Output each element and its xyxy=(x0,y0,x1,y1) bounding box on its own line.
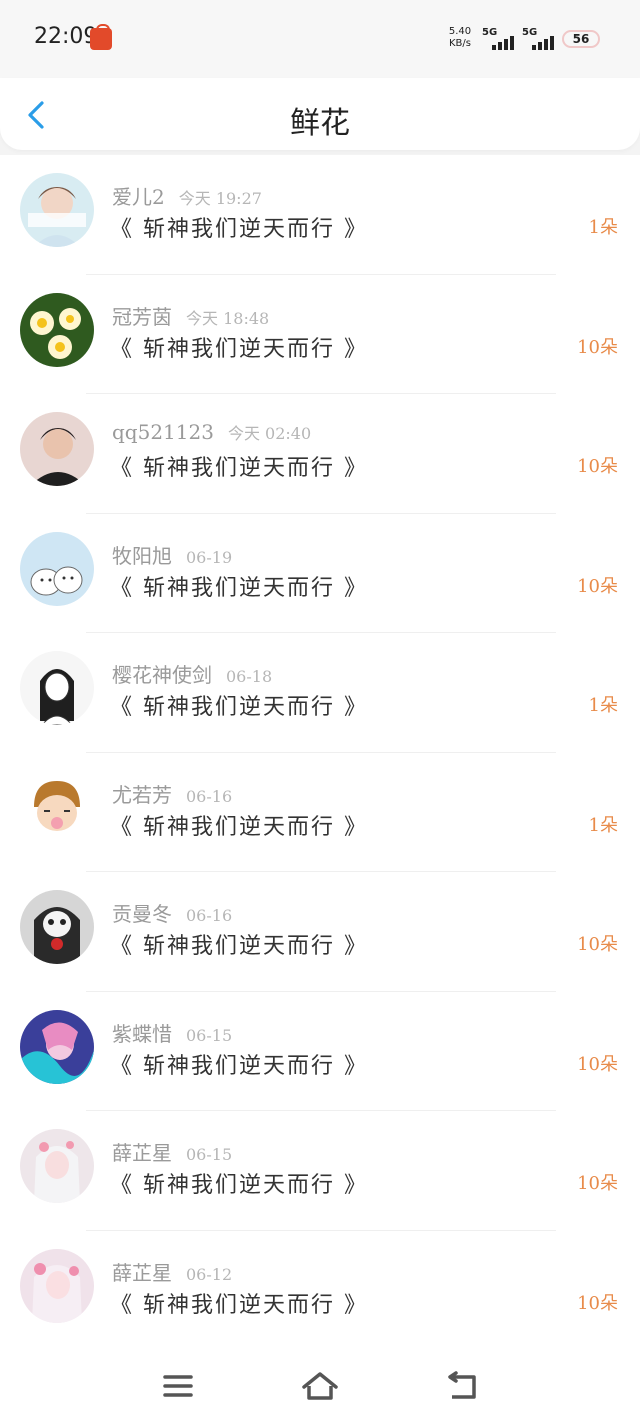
user-name: 薛芷星 xyxy=(112,1260,172,1285)
list-item[interactable]: 贡曼冬 06-16 《 斩神我们逆天而行 》 10朵 xyxy=(0,872,640,992)
avatar[interactable] xyxy=(20,173,94,247)
user-name: qq521123 xyxy=(112,420,214,444)
flower-count: 10朵 xyxy=(577,456,618,477)
list-item[interactable]: 尤若芳 06-16 《 斩神我们逆天而行 》 1朵 xyxy=(0,753,640,872)
signal-2-label: 5G xyxy=(522,27,538,38)
network-speed-value: 5.40 xyxy=(448,26,472,37)
avatar[interactable] xyxy=(20,651,94,725)
name-line: 爱儿2 今天 19:27 xyxy=(112,181,262,210)
list-item[interactable]: 薛芷星 06-15 《 斩神我们逆天而行 》 10朵 xyxy=(0,1111,640,1231)
work-title: 《 斩神我们逆天而行 》 xyxy=(110,814,368,840)
name-line: 冠芳茵 今天 18:48 xyxy=(112,301,269,330)
avatar[interactable] xyxy=(20,1009,94,1084)
timestamp: 06-15 xyxy=(186,1145,233,1164)
work-title: 《 斩神我们逆天而行 》 xyxy=(110,336,368,362)
avatar[interactable] xyxy=(20,770,94,845)
timestamp: 今天 19:27 xyxy=(178,189,262,208)
name-line: 牧阳旭 06-19 xyxy=(112,540,232,569)
avatar[interactable] xyxy=(20,1129,94,1203)
work-title: 《 斩神我们逆天而行 》 xyxy=(110,217,368,242)
flower-record-list: 爱儿2 今天 19:27 《 斩神我们逆天而行 》 1朵 冠芳茵 今天 18:48 … xyxy=(0,155,640,1347)
list-item[interactable]: 爱儿2 今天 19:27 《 斩神我们逆天而行 》 1朵 xyxy=(0,155,640,275)
user-name: 牧阳旭 xyxy=(112,543,172,568)
flower-count: 1朵 xyxy=(588,814,618,836)
flower-count: 1朵 xyxy=(588,695,618,716)
page-title: 鲜花 xyxy=(290,106,350,141)
work-title: 《 斩神我们逆天而行 》 xyxy=(110,456,368,481)
timestamp: 06-16 xyxy=(186,786,233,806)
flower-count: 10朵 xyxy=(577,934,618,955)
flower-count: 10朵 xyxy=(577,1292,618,1314)
name-line: 薛芷星 06-15 xyxy=(112,1137,232,1166)
work-title: 《 斩神我们逆天而行 》 xyxy=(110,934,368,959)
list-item[interactable]: 樱花神使剑 06-18 《 斩神我们逆天而行 》 1朵 xyxy=(0,633,640,753)
network-speed: 5.40 KB/s xyxy=(446,26,474,50)
user-name: 贡曼冬 xyxy=(112,902,172,926)
system-nav-bar xyxy=(0,1347,640,1422)
timestamp: 06-16 xyxy=(186,906,233,925)
work-title: 《 斩神我们逆天而行 》 xyxy=(110,1292,368,1318)
back-arrow-icon[interactable] xyxy=(442,1369,482,1403)
work-title: 《 斩神我们逆天而行 》 xyxy=(110,1173,368,1198)
name-line: 贡曼冬 06-16 xyxy=(112,898,232,927)
avatar[interactable] xyxy=(20,1248,94,1323)
timestamp: 06-19 xyxy=(186,547,233,567)
user-name: 紫蝶惜 xyxy=(112,1021,172,1046)
avatar[interactable] xyxy=(20,292,94,367)
timestamp: 06-12 xyxy=(186,1264,233,1284)
list-item[interactable]: 冠芳茵 今天 18:48 《 斩神我们逆天而行 》 10朵 xyxy=(0,275,640,394)
signal-1-icon: 5G xyxy=(482,27,514,50)
signal-1-label: 5G xyxy=(482,27,498,38)
app-notification-icon xyxy=(90,24,112,50)
timestamp: 今天 18:48 xyxy=(186,308,270,328)
avatar[interactable] xyxy=(20,890,94,964)
name-line: 紫蝶惜 06-15 xyxy=(112,1018,232,1047)
list-item[interactable]: 牧阳旭 06-19 《 斩神我们逆天而行 》 10朵 xyxy=(0,514,640,633)
home-icon[interactable] xyxy=(300,1369,340,1403)
network-speed-unit: KB/s xyxy=(449,38,471,49)
menu-icon[interactable] xyxy=(158,1369,198,1403)
status-time: 22:09 xyxy=(34,24,98,49)
name-line: qq521123 今天 02:40 xyxy=(112,420,311,444)
avatar[interactable] xyxy=(20,412,94,486)
user-name: 爱儿2 xyxy=(112,185,165,209)
timestamp: 今天 02:40 xyxy=(227,424,312,443)
flower-count: 10朵 xyxy=(577,1053,618,1075)
timestamp: 06-18 xyxy=(226,667,273,686)
flower-count: 1朵 xyxy=(588,217,618,238)
battery-icon: 56 xyxy=(562,30,600,48)
list-item[interactable]: 薛芷星 06-12 《 斩神我们逆天而行 》 10朵 xyxy=(0,1231,640,1348)
timestamp: 06-15 xyxy=(186,1025,233,1045)
name-line: 薛芷星 06-12 xyxy=(112,1257,232,1286)
signal-2-icon: 5G xyxy=(522,27,554,50)
list-item[interactable]: qq521123 今天 02:40 《 斩神我们逆天而行 》 10朵 xyxy=(0,394,640,514)
status-bar: 22:09 5.40 KB/s 5G 5G 56 xyxy=(0,0,640,80)
work-title: 《 斩神我们逆天而行 》 xyxy=(110,1053,368,1079)
user-name: 薛芷星 xyxy=(112,1141,172,1165)
flower-count: 10朵 xyxy=(577,336,618,358)
work-title: 《 斩神我们逆天而行 》 xyxy=(110,695,368,720)
name-line: 樱花神使剑 06-18 xyxy=(112,659,272,688)
flower-count: 10朵 xyxy=(577,575,618,597)
user-name: 冠芳茵 xyxy=(112,304,172,329)
avatar[interactable] xyxy=(20,531,94,606)
work-title: 《 斩神我们逆天而行 》 xyxy=(110,575,368,601)
user-name: 樱花神使剑 xyxy=(112,663,212,687)
page-header: 鲜花 xyxy=(0,78,640,150)
flower-count: 10朵 xyxy=(577,1173,618,1194)
user-name: 尤若芳 xyxy=(112,782,172,807)
list-item[interactable]: 紫蝶惜 06-15 《 斩神我们逆天而行 》 10朵 xyxy=(0,992,640,1111)
name-line: 尤若芳 06-16 xyxy=(112,779,232,808)
